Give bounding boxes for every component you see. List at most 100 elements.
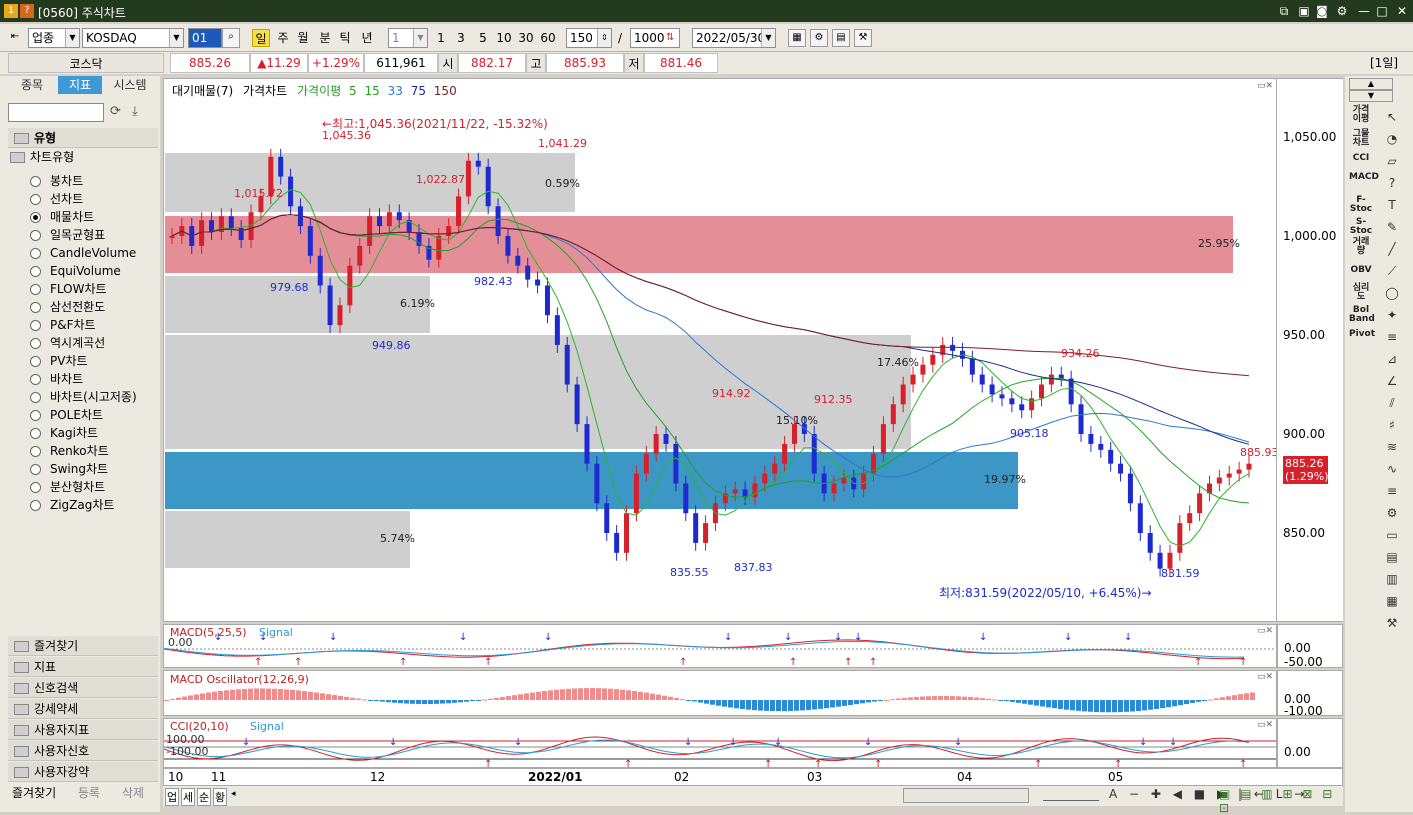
horizontal-scrollbar[interactable] (903, 788, 1029, 803)
radio-icon[interactable] (30, 176, 41, 187)
chart-type-14[interactable]: POLE차트 (28, 406, 178, 424)
bar-icon[interactable]: ▥ (1383, 570, 1401, 588)
chart-type-7[interactable]: FLOW차트 (28, 280, 178, 298)
chart-type-2[interactable]: 선차트 (28, 190, 178, 208)
period-day-button[interactable]: 일 (252, 29, 270, 47)
period-year-button[interactable]: 년 (358, 29, 376, 47)
type-section-header[interactable]: 유형 (8, 128, 158, 148)
section-1[interactable]: 즐겨찾기 (8, 636, 158, 656)
panel-close-icon[interactable]: ▭✕ (1257, 672, 1273, 682)
pointer-icon[interactable]: ↖ (1383, 108, 1401, 126)
chart-layout-icon[interactable]: ▦ (788, 29, 806, 47)
scroll-down-icon[interactable]: ▼ (1349, 90, 1393, 102)
fibonacci-icon[interactable]: ≡ (1383, 328, 1401, 346)
market-name-select[interactable]: KOSDAQ ▼ (82, 28, 184, 48)
section-5[interactable]: 사용자지표 (8, 720, 158, 740)
select-icon[interactable]: ▱ (1383, 152, 1401, 170)
maximize-button[interactable]: □ (1374, 3, 1390, 19)
save-icon[interactable]: ▣ (1296, 3, 1312, 19)
curve-icon[interactable]: ∿ (1383, 460, 1401, 478)
radio-icon[interactable] (30, 284, 41, 295)
preset-10-button[interactable]: 10 (494, 29, 514, 47)
scroll-left-icon[interactable]: ◂ (231, 789, 236, 799)
chart-type-4[interactable]: 일목균형표 (28, 226, 178, 244)
chart-type-19[interactable]: ZigZag차트 (28, 496, 178, 514)
link-icon[interactable]: ⧉ (1276, 3, 1292, 19)
auto-icon[interactable]: ⚙ (1383, 504, 1401, 522)
bottom-tab-2[interactable]: 세 (181, 788, 196, 806)
window-icon[interactable]: ▭ (1383, 526, 1401, 544)
radio-icon[interactable] (30, 212, 41, 223)
preset-1-button[interactable]: 1 (434, 29, 448, 47)
indicator-shortcut-1[interactable]: 가격이평 (1349, 106, 1373, 124)
indicator-shortcut-8[interactable]: OBV (1349, 266, 1373, 275)
chart-type-18[interactable]: 분산형차트 (28, 478, 178, 496)
circle-icon[interactable]: ◯ (1383, 284, 1401, 302)
favorites-button[interactable]: 즐겨찾기 (12, 783, 56, 803)
indicator-shortcut-7[interactable]: 거래량 (1349, 238, 1373, 256)
market-type-select[interactable]: 업종 ▼ (28, 28, 80, 48)
preset-30-button[interactable]: 30 (516, 29, 536, 47)
chart-type-9[interactable]: P&F차트 (28, 316, 178, 334)
interval-select[interactable]: 1 ▼ (388, 28, 428, 48)
radio-icon[interactable] (30, 410, 41, 421)
radio-icon[interactable] (30, 194, 41, 205)
table-icon[interactable]: ▦ (1383, 592, 1401, 610)
indicator-shortcut-10[interactable]: Bol Band (1349, 306, 1375, 324)
period-week-button[interactable]: 주 (274, 29, 292, 47)
code-input[interactable]: 01 (188, 28, 222, 48)
indicator-shortcut-3[interactable]: CCI (1349, 154, 1373, 163)
export-icons[interactable]: ▣ ▤ ▥ ⊞ ⊠ ⊟ ⊡ (1219, 787, 1343, 815)
radio-icon[interactable] (30, 248, 41, 259)
chart-save-icon[interactable]: ▤ (832, 29, 850, 47)
line-icon[interactable]: ╱ (1383, 240, 1401, 258)
preset-60-button[interactable]: 60 (538, 29, 558, 47)
download-icon[interactable]: ⤓ (132, 104, 138, 119)
text-icon[interactable]: T (1383, 196, 1401, 214)
radio-icon[interactable] (30, 374, 41, 385)
period-minute-button[interactable]: 분 (316, 29, 334, 47)
wave-icon[interactable]: ≋ (1383, 438, 1401, 456)
radio-icon[interactable] (30, 392, 41, 403)
osc-title[interactable]: MACD Oscillator(12,26,9) (170, 673, 309, 686)
legend-ma[interactable]: 가격이평 (297, 84, 341, 98)
chart-type-17[interactable]: Swing차트 (28, 460, 178, 478)
prev-icon[interactable]: ⇤ (6, 29, 24, 47)
angle-icon[interactable]: ∠ (1383, 372, 1401, 390)
preset-5-button[interactable]: 5 (476, 29, 490, 47)
chart-type-10[interactable]: 역시계곡선 (28, 334, 178, 352)
indicator-shortcut-5[interactable]: F-Stoc (1349, 196, 1373, 214)
indicator-shortcut-2[interactable]: 그물차트 (1349, 130, 1373, 148)
adjust-icon[interactable]: ⇅ (666, 32, 674, 43)
indicator-shortcut-9[interactable]: 심리도 (1349, 284, 1373, 302)
chart-type-16[interactable]: Renko차트 (28, 442, 178, 460)
indicator-shortcut-4[interactable]: MACD (1349, 173, 1379, 182)
chart-type-5[interactable]: CandleVolume (28, 244, 178, 262)
chart-type-11[interactable]: PV차트 (28, 352, 178, 370)
macd-panel[interactable]: ↓ ↓ ↓ ↓ ↓ ↓ ↓ ↓ ↓ ↓ ↓ ↓ ↑ ↑ ↑ ↑ ↑ ↑ ↑ ↑ ↑ ↑ MACD(5,25,5) Sign… (163, 624, 1277, 668)
preset-3-button[interactable]: 3 (454, 29, 468, 47)
indicator-shortcut-6[interactable]: S-Stoc (1349, 218, 1373, 236)
ray-icon[interactable]: ⟋ (1383, 262, 1401, 280)
tab-indicator[interactable]: 지표 (58, 76, 102, 94)
radio-icon[interactable] (30, 428, 41, 439)
star-icon[interactable]: ✦ (1383, 306, 1401, 324)
doc-icon[interactable]: ▤ (1383, 548, 1401, 566)
radio-icon[interactable] (30, 230, 41, 241)
camera-icon[interactable]: ◙ (1314, 3, 1330, 19)
chart-type-12[interactable]: 바차트 (28, 370, 178, 388)
panel-close-icon[interactable]: ▭✕ (1257, 720, 1273, 730)
period-month-button[interactable]: 월 (294, 29, 312, 47)
help-icon[interactable]: ? (1383, 174, 1401, 192)
radio-icon[interactable] (30, 482, 41, 493)
chart-type-3[interactable]: 매물차트 (28, 208, 178, 226)
main-price-chart[interactable]: 1,045.36 1,041.29 1,015.72 1,022.87 979.68 94… (163, 78, 1277, 622)
register-button[interactable]: 등록 (78, 783, 100, 803)
radio-icon[interactable] (30, 338, 41, 349)
macd-signal[interactable]: Signal (259, 626, 293, 639)
section-3[interactable]: 신호검색 (8, 678, 158, 698)
section-4[interactable]: 강세약세 (8, 699, 158, 719)
chart-type-15[interactable]: Kagi차트 (28, 424, 178, 442)
chart-type-13[interactable]: 바차트(시고저종) (28, 388, 178, 406)
bottom-tab-3[interactable]: 순 (197, 788, 212, 806)
